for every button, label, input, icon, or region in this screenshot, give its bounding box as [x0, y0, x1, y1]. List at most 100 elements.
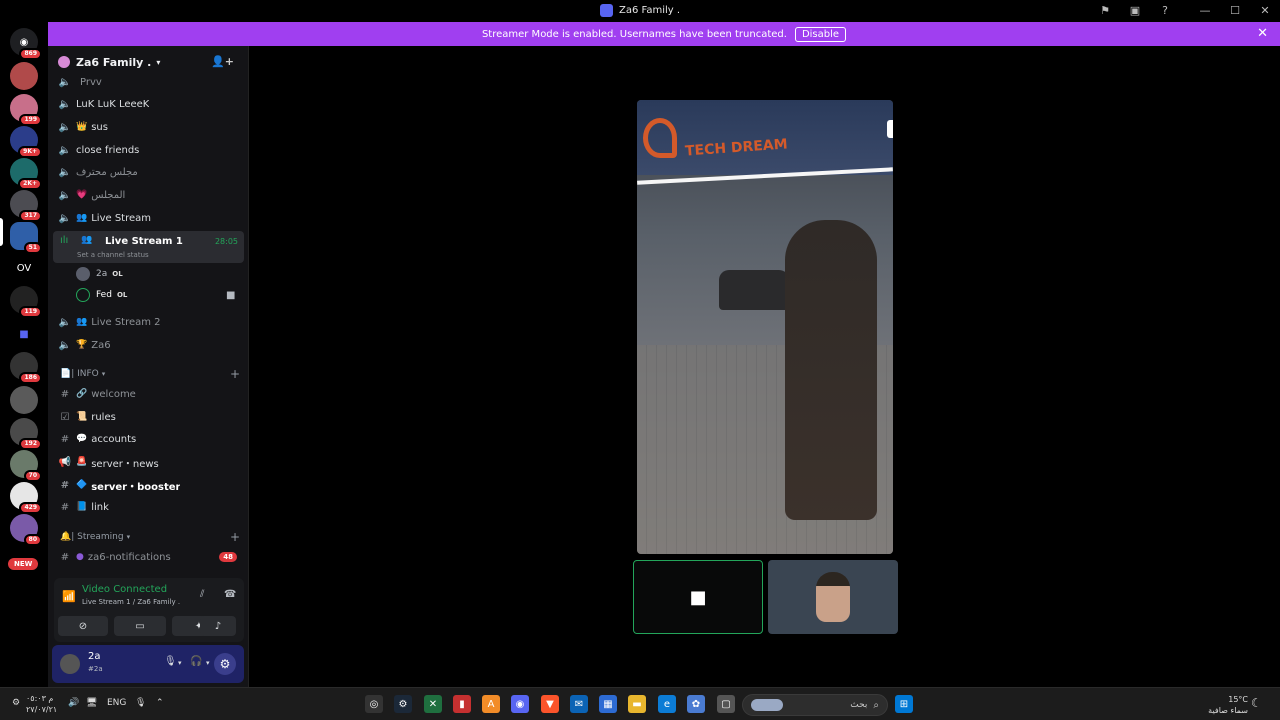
server-icon[interactable]: 9K+	[10, 126, 42, 158]
noise-suppression-icon[interactable]: ⫽	[200, 589, 204, 600]
text-channel[interactable]: # 🔗 welcome	[58, 384, 244, 404]
microphone-icon[interactable]: 🎙	[164, 656, 177, 667]
voice-channel[interactable]: 🔈 close friends	[58, 140, 244, 160]
server-icon[interactable]: 119	[10, 286, 42, 318]
announcement-channel[interactable]: 📢 🚨 server・news	[58, 452, 244, 472]
text-channel[interactable]: # ● za6-notifications 48	[58, 547, 244, 567]
guild-icon	[58, 56, 70, 68]
channel-status-prompt[interactable]: Set a channel status	[77, 251, 149, 259]
copilot-icon[interactable]: ✿	[687, 695, 705, 713]
close-icon[interactable]: ✕	[1257, 26, 1268, 41]
chevron-down-icon: ▾	[126, 533, 131, 541]
participant-tile-camera-off[interactable]: ■	[633, 560, 763, 634]
soundboard-button[interactable]: ♪	[200, 616, 236, 636]
text-channel[interactable]: # 💬 accounts	[58, 429, 244, 449]
signal-icon[interactable]: 📶	[62, 590, 76, 603]
voice-channel[interactable]: 🔈 👥 Live Stream 2	[58, 312, 244, 332]
voice-channel[interactable]: 🔈 🏆 Za6	[58, 335, 244, 355]
screen-share-icon[interactable]: ▣	[1120, 4, 1150, 17]
screen-share-button[interactable]: ▭	[114, 616, 166, 636]
server-icon-za6[interactable]: 51	[10, 222, 42, 254]
server-badge: 199	[19, 114, 42, 126]
category-info[interactable]: 📄 | INFO ▾ +	[60, 367, 240, 381]
inbox-flag-icon[interactable]: ⚑	[1090, 4, 1120, 17]
channel-name: server・booster	[91, 481, 181, 493]
avatar[interactable]	[60, 654, 80, 674]
category-streaming[interactable]: 🔔 | Streaming ▾ +	[60, 530, 240, 544]
voice-channel[interactable]: 🔈 LuK LuK LeeeK	[58, 94, 244, 114]
speaker-icon: 🔈	[58, 339, 72, 351]
voice-channel[interactable]: 🔈 Prvv	[58, 72, 244, 92]
channel-name: accounts	[91, 433, 137, 445]
server-icon[interactable]: 186	[10, 352, 42, 384]
server-folder-icon[interactable]: ■	[10, 320, 38, 348]
server-icon[interactable]	[10, 386, 38, 414]
add-channel-icon[interactable]: +	[230, 530, 240, 544]
server-icon[interactable]: 429	[10, 482, 42, 514]
text-channel[interactable]: ☑ 📜 rules	[58, 407, 244, 427]
voice-channel[interactable]: 🔈 👑 sus	[58, 117, 244, 137]
chevron-down-icon[interactable]: ▾	[206, 659, 210, 667]
main-video-feed[interactable]: TECH DREAM	[637, 100, 893, 554]
category-name: | Streaming	[71, 532, 124, 542]
chevron-up-icon[interactable]: ⌃	[156, 698, 164, 708]
voice-channel[interactable]: 🔈 💗 المجلس	[58, 185, 244, 205]
text-channel-unread[interactable]: # 🔷 server・booster	[58, 475, 244, 495]
volume-icon[interactable]: 🔊	[68, 698, 79, 708]
file-explorer-icon[interactable]: ▬	[628, 695, 646, 713]
network-icon[interactable]: 🖥	[86, 698, 97, 708]
speaker-icon: 🔈	[58, 76, 72, 88]
new-badge[interactable]: NEW	[8, 558, 39, 570]
store-app-icon[interactable]: ▦	[599, 695, 617, 713]
maximize-button[interactable]: ☐	[1220, 4, 1250, 17]
voice-user[interactable]: 2a OL	[76, 265, 123, 283]
voice-channel[interactable]: 🔈 مجلس محترف	[58, 162, 244, 182]
camera-off-button[interactable]: ⊘	[58, 616, 108, 636]
minimize-button[interactable]: —	[1190, 4, 1220, 17]
discord-app-icon[interactable]: ◉	[511, 695, 529, 713]
language-indicator[interactable]: ENG	[107, 698, 126, 708]
voice-user[interactable]: Fed OL ■	[76, 286, 246, 304]
server-badge: 429	[19, 502, 42, 514]
obs-app-icon[interactable]: ◎	[365, 695, 383, 713]
direct-messages-button[interactable]: ◉ 869	[10, 28, 42, 60]
disable-streamer-mode-button[interactable]: Disable	[794, 26, 847, 42]
headphones-icon[interactable]: 🎧	[190, 656, 202, 667]
participant-tile-avatar[interactable]	[768, 560, 898, 634]
xbox-app-icon[interactable]: ✕	[424, 695, 442, 713]
server-icon[interactable]: 70	[10, 450, 42, 482]
server-icon-ov[interactable]: OV	[10, 254, 38, 282]
voice-channel-active[interactable]: ılı 👥 Live Stream 1 28:05 Set a channel …	[53, 231, 244, 263]
invite-people-icon[interactable]: 👤+	[211, 55, 234, 68]
video-camera-icon: ■	[226, 289, 236, 301]
brave-browser-icon[interactable]: ▼	[541, 695, 559, 713]
task-view-icon[interactable]: ▢	[717, 695, 735, 713]
server-icon[interactable]: 80	[10, 514, 42, 546]
voice-status[interactable]: Video Connected	[82, 584, 167, 595]
close-window-button[interactable]: ✕	[1250, 4, 1280, 17]
chevron-down-icon[interactable]: ▾	[178, 659, 182, 667]
app-icon[interactable]: ▮	[453, 695, 471, 713]
start-button-windows-icon[interactable]: ⊞	[895, 695, 913, 713]
text-channel[interactable]: # 📘 link	[58, 497, 244, 517]
taskbar-search[interactable]: بحث ⌕	[742, 694, 888, 716]
add-channel-icon[interactable]: +	[230, 367, 240, 381]
server-icon[interactable]: 2K+	[10, 158, 42, 190]
steam-app-icon[interactable]: ⚙	[394, 695, 412, 713]
server-icon[interactable]: 199	[10, 94, 42, 126]
app-icon[interactable]: A	[482, 695, 500, 713]
settings-gear-icon[interactable]: ⚙	[214, 653, 236, 675]
voice-location[interactable]: Live Stream 1 / Za6 Family .	[82, 598, 180, 606]
voice-channel[interactable]: 🔈 👥 Live Stream	[58, 208, 244, 228]
weather-widget[interactable]: 15°C سماء صافية	[1202, 694, 1248, 716]
server-icon[interactable]: 317	[10, 190, 42, 222]
server-icon[interactable]: 192	[10, 418, 42, 450]
help-icon[interactable]: ?	[1150, 4, 1180, 17]
microphone-icon[interactable]: 🎙	[135, 698, 146, 708]
taskbar-clock[interactable]: م ٠٥:٠٣ ٢٧/٠٧/٢١	[26, 693, 57, 715]
settings-tray-icon[interactable]: ⚙	[12, 698, 20, 708]
mail-app-icon[interactable]: ✉	[570, 695, 588, 713]
server-icon[interactable]	[10, 62, 38, 90]
edge-browser-icon[interactable]: e	[658, 695, 676, 713]
disconnect-icon[interactable]: ☎	[224, 589, 236, 600]
